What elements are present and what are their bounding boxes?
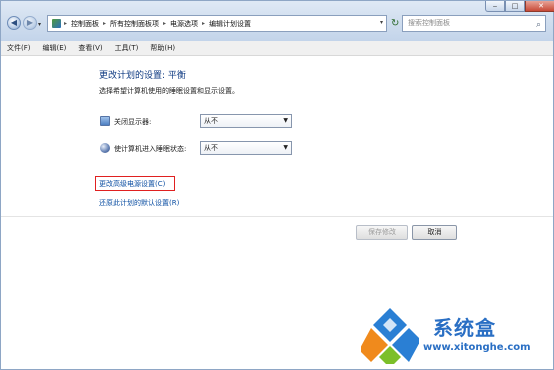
watermark-url: www.xitonghe.com: [423, 342, 531, 353]
breadcrumb-all-items[interactable]: 所有控制面板项: [110, 19, 159, 29]
divider: [1, 216, 553, 217]
turn-off-display-value: 从不: [204, 117, 218, 125]
menu-view[interactable]: 查看(V): [72, 43, 108, 53]
menu-bar: 文件(F) 编辑(E) 查看(V) 工具(T) 帮助(H): [1, 41, 553, 56]
watermark-logo: 系统盒 www.xitonghe.com: [361, 306, 553, 370]
maximize-button[interactable]: □: [505, 1, 525, 12]
title-address-bar: ◀ ▶ ▾ ▸ 控制面板 ▸ 所有控制面板项 ▸ 电源选项 ▸ 编辑计划设置 ▾…: [1, 1, 554, 41]
save-button[interactable]: 保存修改: [356, 225, 408, 240]
minimize-button[interactable]: ‒: [485, 1, 505, 12]
breadcrumb-power-options[interactable]: 电源选项: [170, 19, 198, 29]
breadcrumb-separator-icon: ▸: [163, 20, 167, 27]
menu-help[interactable]: 帮助(H): [144, 43, 181, 53]
breadcrumb-separator-icon: ▸: [103, 20, 107, 27]
window-controls: ‒ □ ✕: [485, 1, 554, 12]
search-icon[interactable]: ⌕: [536, 18, 541, 33]
breadcrumb-separator-icon: ▸: [64, 20, 68, 27]
refresh-icon[interactable]: ↻: [391, 18, 399, 29]
search-placeholder: 搜索控制面板: [408, 19, 450, 27]
close-button[interactable]: ✕: [525, 1, 554, 12]
address-bar[interactable]: ▸ 控制面板 ▸ 所有控制面板项 ▸ 电源选项 ▸ 编辑计划设置 ▾: [47, 15, 387, 32]
watermark-title: 系统盒: [433, 316, 496, 340]
restore-defaults-link[interactable]: 还原此计划的默认设置(R): [99, 198, 179, 208]
advanced-power-settings-link[interactable]: 更改高级电源设置(C): [99, 179, 165, 189]
control-panel-icon: [52, 19, 61, 28]
sleep-value: 从不: [204, 144, 218, 152]
breadcrumb-edit-plan[interactable]: 编辑计划设置: [209, 19, 251, 29]
recent-pages-dropdown-icon[interactable]: ▾: [38, 21, 41, 28]
page-title: 更改计划的设置: 平衡: [99, 71, 186, 81]
search-input[interactable]: 搜索控制面板 ⌕: [402, 15, 546, 32]
chevron-down-icon: ▼: [283, 144, 288, 151]
watermark-logo-icon: [361, 308, 419, 364]
menu-edit[interactable]: 编辑(E): [37, 43, 73, 53]
sleep-icon: [100, 143, 110, 153]
sleep-select[interactable]: 从不 ▼: [200, 141, 292, 155]
address-dropdown-icon[interactable]: ▾: [380, 19, 383, 26]
chevron-down-icon: ▼: [283, 117, 288, 124]
monitor-icon: [100, 116, 110, 126]
page-subtitle: 选择希望计算机使用的睡眠设置和显示设置。: [99, 87, 239, 95]
turn-off-display-select[interactable]: 从不 ▼: [200, 114, 292, 128]
breadcrumb-separator-icon: ▸: [202, 20, 206, 27]
sleep-label: 使计算机进入睡眠状态:: [114, 145, 187, 153]
menu-file[interactable]: 文件(F): [1, 43, 37, 53]
menu-tools[interactable]: 工具(T): [109, 43, 145, 53]
forward-button[interactable]: ▶: [23, 16, 37, 30]
control-panel-window: ◀ ▶ ▾ ▸ 控制面板 ▸ 所有控制面板项 ▸ 电源选项 ▸ 编辑计划设置 ▾…: [0, 0, 554, 370]
turn-off-display-label: 关闭显示器:: [114, 118, 152, 126]
breadcrumb-control-panel[interactable]: 控制面板: [71, 19, 99, 29]
back-button[interactable]: ◀: [7, 16, 21, 30]
cancel-button[interactable]: 取消: [412, 225, 457, 240]
